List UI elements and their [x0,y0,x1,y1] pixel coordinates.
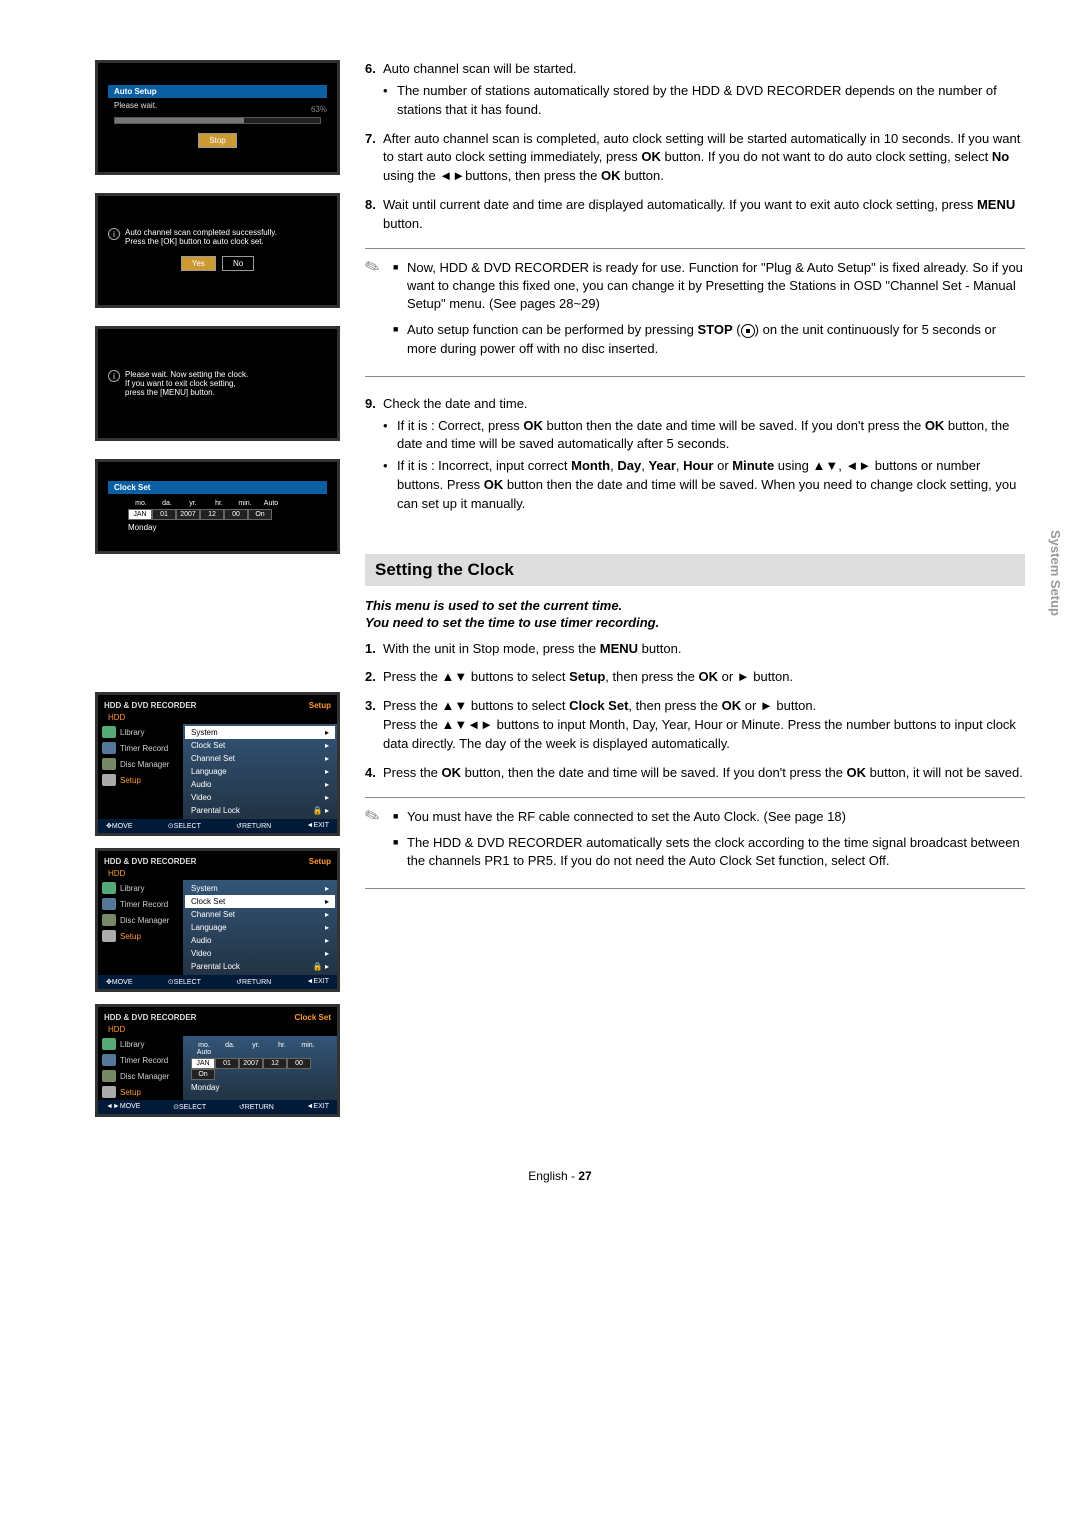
scan-complete-line1: Auto channel scan completed successfully… [125,228,277,237]
menu-bottom-bar: ✥MOVE⊙SELECT↺RETURN◄EXIT [98,819,337,833]
stop-icon [741,324,755,338]
side-label: System Setup [1048,530,1063,616]
screenshot-clock-set: Clock Set mo.da.yr.hr.min.Auto JAN012007… [95,459,340,554]
section-title: Setting the Clock [365,554,1025,586]
screenshot-setting-clock: i Please wait. Now setting the clock. If… [95,326,340,441]
clock-set-title: Clock Set [108,481,327,494]
clock-wait-line2: If you want to exit clock setting, [125,379,248,388]
clock-header: mo.da.yr.hr.min.Auto [108,500,327,507]
step-7: 7. After auto channel scan is completed,… [365,130,1025,187]
yes-button[interactable]: Yes [181,256,216,271]
info-icon: i [108,228,120,240]
please-wait-text: Please wait. [108,98,327,113]
menu-screenshot-1: HDD & DVD RECORDER Setup HDD Library Time… [95,692,340,836]
clock-step-4: 4. Press the OK button, then the date an… [365,764,1025,783]
step-6: 6. Auto channel scan will be started. Th… [365,60,1025,120]
step-8: 8. Wait until current date and time are … [365,196,1025,234]
menu-left: Library Timer Record Disc Manager Setup [98,724,183,819]
clock-step-3: 3. Press the ▲▼ buttons to select Clock … [365,697,1025,754]
left-screenshot-column: Auto Setup Please wait. 63% Stop i Auto … [95,60,340,1129]
intro-text: This menu is used to set the current tim… [365,598,1025,632]
clock-values[interactable]: JAN0120071200On [108,509,327,520]
menu-screenshot-3: HDD & DVD RECORDERClock Set HDD Library … [95,1004,340,1117]
progress-bar [114,117,321,124]
screenshot-scan-complete: i Auto channel scan completed successful… [95,193,340,308]
hdd-tab: HDD [98,713,337,724]
scan-complete-line2: Press the [OK] button to auto clock set. [125,237,277,246]
clock-wait-line3: press the [MENU] button. [125,388,248,397]
auto-setup-title: Auto Setup [108,85,327,98]
progress-percent: 63% [311,105,327,114]
info-icon: i [108,370,120,382]
note-box-2: You must have the RF cable connected to … [365,797,1025,890]
stop-button[interactable]: Stop [198,133,236,148]
no-button[interactable]: No [222,256,254,271]
menu-title: HDD & DVD RECORDER [104,701,196,710]
clock-wait-line1: Please wait. Now setting the clock. [125,370,248,379]
menu-right[interactable]: System▸ Clock Set▸ Channel Set▸ Language… [183,724,337,819]
day-label: Monday [108,523,327,532]
menu-corner: Setup [309,701,331,710]
note-box-1: Now, HDD & DVD RECORDER is ready for use… [365,248,1025,377]
step-9: 9. Check the date and time. If it is : C… [365,395,1025,514]
page-footer: English - 27 [95,1169,1025,1183]
screenshot-auto-setup: Auto Setup Please wait. 63% Stop [95,60,340,175]
clock-step-2: 2. Press the ▲▼ buttons to select Setup,… [365,668,1025,687]
right-text-column: System Setup 6. Auto channel scan will b… [365,60,1025,1129]
menu-screenshot-2: HDD & DVD RECORDERSetup HDD Library Time… [95,848,340,992]
clock-step-1: 1. With the unit in Stop mode, press the… [365,640,1025,659]
